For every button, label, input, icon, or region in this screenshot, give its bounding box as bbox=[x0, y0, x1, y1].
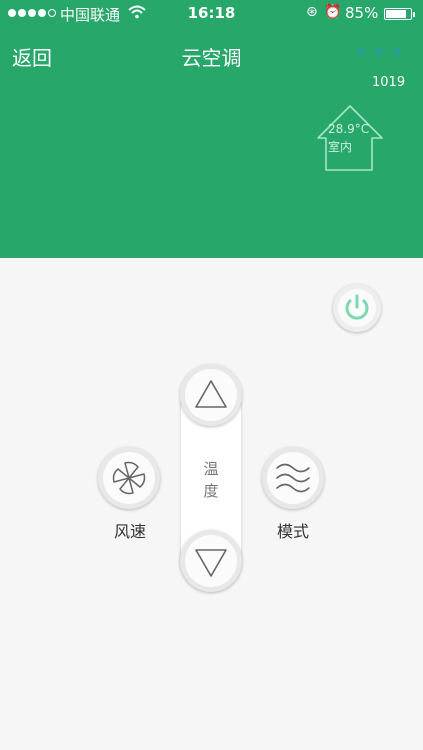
more-dots-icon[interactable] bbox=[358, 49, 400, 55]
indoor-label: 室内 bbox=[328, 140, 353, 154]
triangle-down-icon bbox=[195, 549, 227, 577]
header-panel: 中国联通 16:18 ⊛ ➤ ⏰ 85% 返回 云空调 1019 28.9°C … bbox=[0, 0, 423, 258]
battery-percent: 85% bbox=[345, 4, 379, 22]
power-button[interactable] bbox=[333, 284, 381, 332]
device-id: 1019 bbox=[372, 75, 406, 90]
orientation-lock-icon: ⊛ bbox=[306, 4, 318, 20]
triangle-up-icon bbox=[195, 380, 227, 408]
mode-label: 模式 bbox=[276, 522, 309, 541]
waves-icon bbox=[276, 463, 310, 493]
mode-button[interactable] bbox=[262, 447, 324, 509]
temperature-up-button[interactable] bbox=[180, 364, 242, 426]
temperature-label: 温 度 bbox=[203, 460, 219, 500]
fan-speed-label: 风速 bbox=[113, 522, 146, 541]
alarm-icon: ⏰ bbox=[324, 4, 342, 20]
fan-speed-button[interactable] bbox=[98, 447, 160, 509]
fan-icon bbox=[112, 461, 146, 495]
temperature-down-button[interactable] bbox=[180, 530, 242, 592]
battery-icon bbox=[384, 8, 415, 20]
power-icon bbox=[345, 294, 369, 320]
indoor-temperature: 28.9°C bbox=[328, 122, 370, 136]
status-bar: 中国联通 16:18 ⊛ ➤ ⏰ 85% bbox=[0, 0, 423, 28]
page-title: 云空调 bbox=[181, 46, 242, 70]
